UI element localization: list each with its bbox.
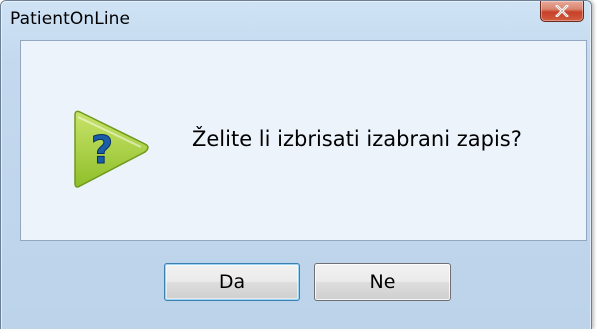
- svg-text:?: ?: [91, 128, 113, 172]
- close-icon: [555, 5, 569, 17]
- dialog-message: Želite li izbrisati izabrani zapis?: [192, 127, 522, 151]
- no-button[interactable]: Ne: [314, 263, 451, 301]
- title-bar[interactable]: PatientOnLine: [1, 1, 591, 35]
- close-button[interactable]: [540, 1, 584, 22]
- window-title: PatientOnLine: [10, 9, 131, 29]
- question-icon: ?: [74, 110, 149, 188]
- dialog-window: PatientOnLine ? Želite li izbrisati izab…: [0, 0, 592, 329]
- yes-button[interactable]: Da: [164, 263, 300, 301]
- message-panel: ? Želite li izbrisati izabrani zapis?: [20, 40, 587, 241]
